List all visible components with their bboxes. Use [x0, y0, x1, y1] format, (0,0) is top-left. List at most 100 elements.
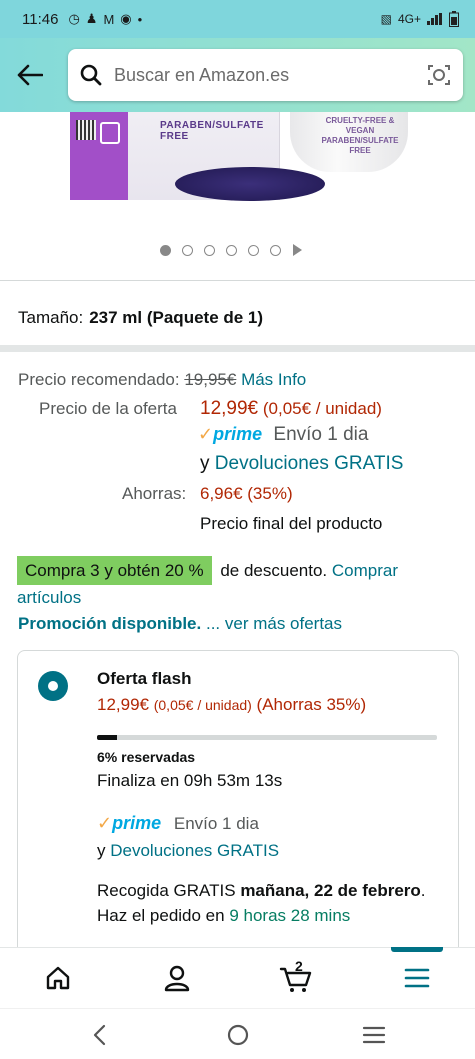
and-text: y	[97, 841, 106, 860]
carousel-dot[interactable]	[182, 244, 193, 256]
promotion-available-row: Promoción disponible. ... ver más oferta…	[18, 614, 342, 634]
promotion-text: de descuento.	[220, 561, 328, 580]
promotion-available-link[interactable]: Promoción disponible.	[18, 614, 201, 633]
and-text: y	[200, 453, 210, 474]
savings-label: Ahorras:	[122, 484, 187, 503]
search-placeholder: Buscar en Amazon.es	[114, 64, 290, 85]
whatsapp-icon: ◷	[68, 11, 80, 26]
video-play-icon[interactable]	[293, 244, 302, 256]
cart-count: 2	[295, 958, 303, 974]
savings-value-row: 6,96€ (35%)	[200, 484, 293, 504]
size-selector[interactable]: Tamaño: 237 ml (Paquete de 1)	[18, 308, 263, 328]
arrow-left-icon	[17, 64, 43, 86]
signal-icon	[427, 13, 442, 25]
offer-price-label: Precio de la oferta	[39, 399, 177, 418]
bottom-navigation: 2	[0, 947, 475, 1007]
promotion-row: Compra 3 y obtén 20 % de descuento. Comp…	[17, 556, 457, 610]
offer-prime-row: ✓prime Envío 1 dia	[97, 813, 259, 834]
back-icon[interactable]	[86, 1021, 114, 1049]
offer-price: 12,99€	[200, 398, 259, 419]
person-icon: ♟	[85, 11, 98, 26]
carousel-dot[interactable]	[270, 244, 281, 256]
offer-returns-row: y Devoluciones GRATIS	[97, 841, 279, 861]
returns-row: y Devoluciones GRATIS	[200, 453, 403, 475]
qr-code-icon	[76, 120, 96, 140]
size-label: Tamaño:	[18, 308, 84, 327]
reserved-progress-bar	[97, 735, 437, 740]
status-bar: 11:46 ◷ ♟ M ◉ • ▧ 4G+	[0, 0, 475, 38]
offer-price-line: 12,99€ (0,05€ / unidad) (Ahorras 35%)	[97, 695, 366, 715]
prime-check-icon: ✓	[97, 813, 113, 833]
search-header: Buscar en Amazon.es	[0, 38, 475, 112]
android-navigation	[0, 1008, 475, 1059]
recommended-price-row: Precio recomendado: 19,95€ Más Info	[18, 370, 306, 390]
dot-icon: •	[137, 11, 143, 27]
reserved-progress-fill	[97, 735, 118, 740]
status-time: 11:46	[22, 10, 59, 28]
product-bottle: CRUELTY-FREE & VEGAN PARABEN/SULFATE FREE	[290, 112, 408, 172]
section-divider	[0, 345, 475, 352]
gmail-icon: M	[103, 11, 115, 27]
offer-title: Oferta flash	[97, 669, 192, 688]
recommended-price-label: Precio recomendado:	[18, 370, 180, 389]
carousel-dot[interactable]	[160, 244, 171, 256]
camera-search-icon[interactable]	[427, 63, 451, 87]
offer-shipping-text: Envío 1 dia	[173, 814, 259, 833]
reserved-text: 6% reservadas	[97, 749, 196, 765]
unit-price: (0,05€ / unidad)	[262, 399, 382, 418]
offer-card-unit-price: (0,05€ / unidad)	[153, 697, 252, 713]
chrome-icon: ◉	[120, 11, 132, 26]
product-badge-icon	[100, 122, 120, 144]
search-icon	[80, 64, 102, 86]
savings-value: 6,96€ (35%)	[200, 484, 293, 503]
back-button[interactable]	[10, 55, 50, 95]
countdown-text: Finaliza en 09h 53m 13s	[97, 771, 283, 790]
more-info-link[interactable]: Más Info	[241, 370, 306, 389]
flash-offer-card[interactable]: Oferta flash 12,99€ (0,05€ / unidad) (Ah…	[17, 650, 459, 970]
offer-card-savings: (Ahorras 35%)	[256, 695, 367, 714]
prime-logo: prime	[213, 424, 263, 444]
box-text: PARABEN/SULFATE FREE	[160, 120, 264, 142]
divider	[0, 280, 475, 281]
pickup-time-left: 9 horas 28 mins	[229, 906, 351, 925]
product-image[interactable]: PARABEN/SULFATE FREE CRUELTY-FREE & VEGA…	[0, 112, 475, 232]
bottle-text-2: PARABEN/SULFATE FREE	[321, 136, 399, 155]
recommended-price: 19,95€	[184, 370, 237, 389]
pickup-text-1: Recogida GRATIS	[97, 881, 236, 900]
carousel-dot[interactable]	[226, 244, 237, 256]
home-icon[interactable]	[36, 960, 80, 996]
final-price-row: Precio final del producto	[200, 514, 382, 534]
prime-check-icon: ✓	[198, 424, 214, 444]
notification-icons: ◷ ♟ M ◉ •	[68, 11, 142, 27]
offer-free-returns-link[interactable]: Devoluciones GRATIS	[110, 841, 279, 860]
image-carousel-dots[interactable]	[160, 244, 302, 256]
home-circle-icon[interactable]	[224, 1021, 252, 1049]
offer-radio-selected[interactable]	[38, 671, 68, 701]
bottle-text-1: CRUELTY-FREE & VEGAN	[325, 116, 395, 135]
menu-icon[interactable]	[395, 960, 439, 996]
final-price-text: Precio final del producto	[200, 514, 383, 533]
cart-icon[interactable]: 2	[274, 958, 318, 996]
more-offers-link[interactable]: ... ver más ofertas	[206, 614, 342, 633]
battery-icon	[449, 11, 459, 27]
pickup-date: mañana, 22 de febrero	[240, 881, 421, 900]
vibrate-icon: ▧	[380, 12, 392, 26]
account-icon[interactable]	[155, 960, 199, 996]
recents-icon[interactable]	[360, 1021, 388, 1049]
prime-shipping-row: ✓prime Envío 1 dia	[198, 424, 368, 446]
network-type: 4G+	[397, 12, 421, 26]
search-input[interactable]: Buscar en Amazon.es	[68, 49, 463, 101]
free-returns-link[interactable]: Devoluciones GRATIS	[215, 453, 404, 474]
offer-price-value: 12,99€ (0,05€ / unidad)	[200, 398, 382, 420]
shipping-text: Envío 1 dia	[273, 424, 369, 445]
carousel-dot[interactable]	[248, 244, 259, 256]
active-tab-indicator	[391, 947, 443, 952]
product-puddle	[175, 167, 325, 201]
promotion-badge: Compra 3 y obtén 20 %	[17, 556, 212, 585]
system-icons: ▧ 4G+	[381, 11, 459, 27]
offer-card-price: 12,99€	[97, 695, 149, 714]
size-value: 237 ml (Paquete de 1)	[89, 308, 264, 327]
carousel-dot[interactable]	[204, 244, 215, 256]
prime-logo: prime	[112, 813, 162, 833]
offer-price-row: Precio de la oferta	[39, 399, 177, 419]
